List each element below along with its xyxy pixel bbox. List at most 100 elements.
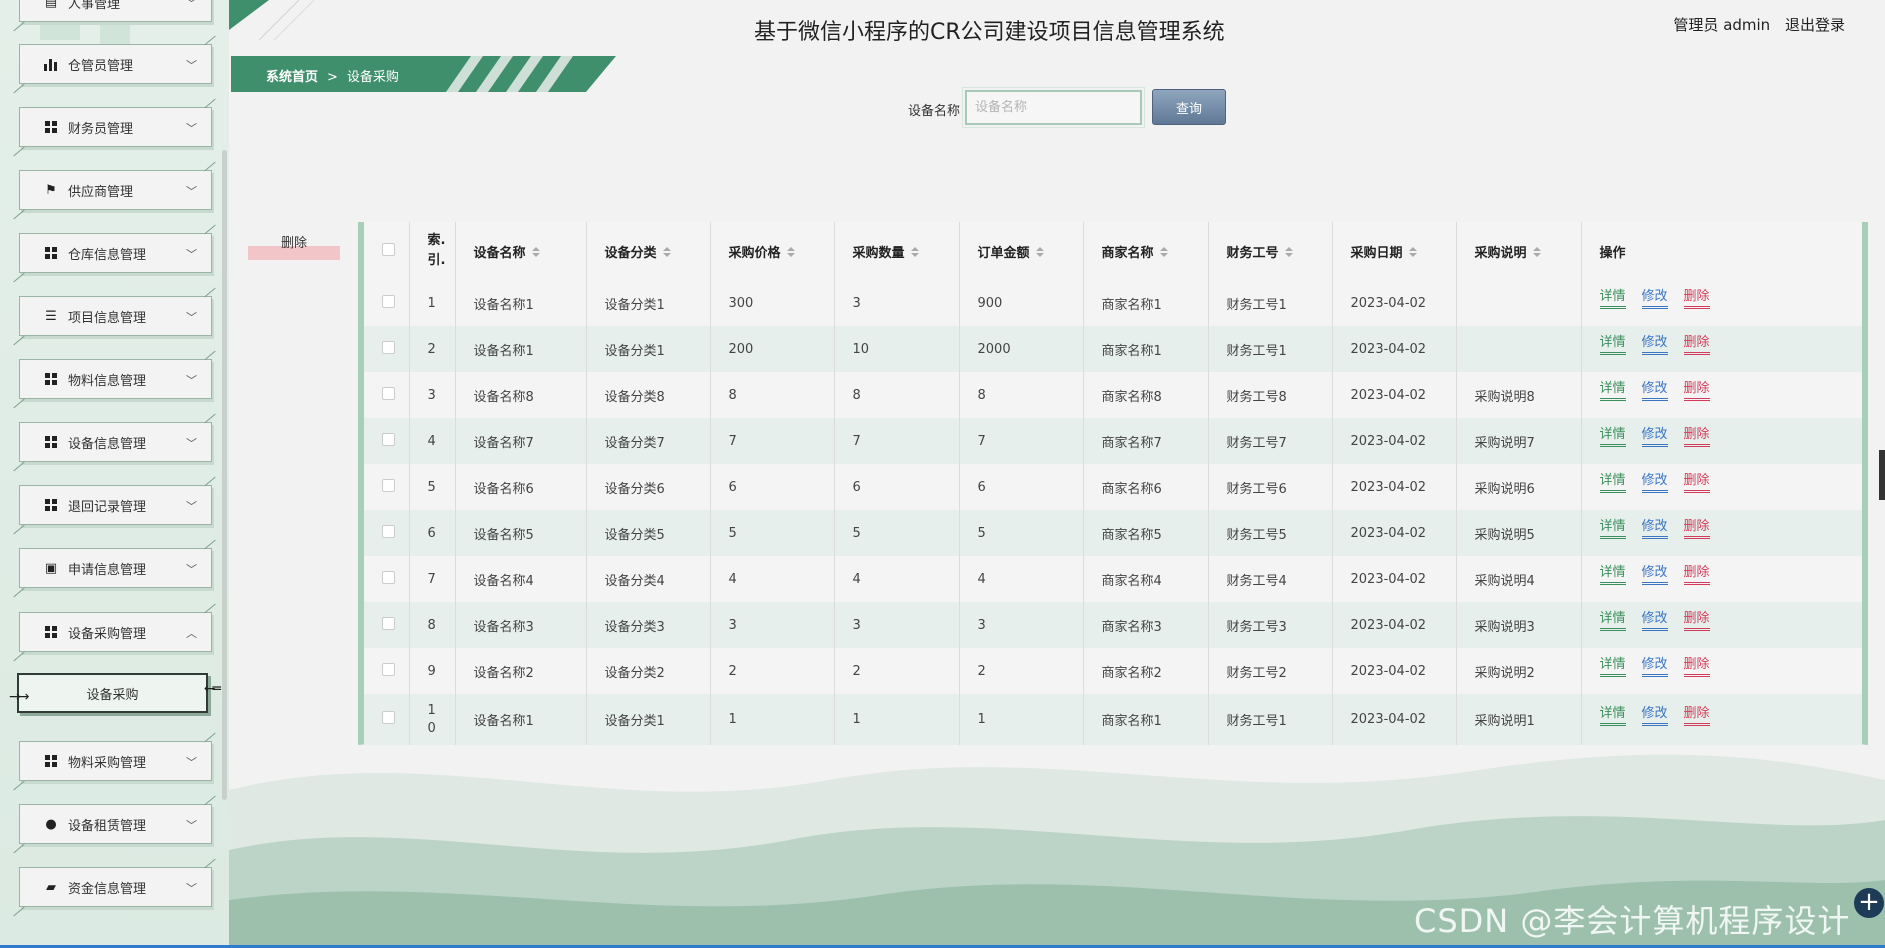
cell-cat: 设备分类6 (586, 464, 711, 510)
sort-icon[interactable] (1036, 247, 1044, 257)
cell-date: 2023-04-02 (1332, 418, 1457, 464)
sidebar-item[interactable]: 财务员管理 ﹀ (19, 107, 212, 147)
edit-link[interactable]: 修改 (1641, 653, 1668, 677)
column-header-category[interactable]: 设备分类 (586, 222, 711, 280)
row-checkbox[interactable] (382, 478, 395, 492)
row-checkbox[interactable] (382, 524, 395, 538)
edit-link[interactable]: 修改 (1641, 607, 1668, 631)
sort-icon[interactable] (532, 247, 540, 257)
detail-link[interactable]: 详情 (1599, 515, 1626, 539)
column-label: 商家名称 (1101, 245, 1154, 261)
select-all-checkbox[interactable] (382, 242, 395, 256)
row-checkbox[interactable] (382, 432, 395, 446)
row-checkbox[interactable] (382, 570, 395, 584)
sort-icon[interactable] (1409, 247, 1417, 257)
flag-icon: ⚑ (45, 182, 57, 198)
sidebar-item[interactable]: ● 设备租赁管理 ﹀ (19, 804, 212, 844)
sub-item-equipment-purchase[interactable]: →→ 设备采购 ←═ (9, 673, 221, 713)
edit-link[interactable]: 修改 (1641, 515, 1668, 539)
index-header-line2: 引. (427, 253, 446, 268)
column-header-date[interactable]: 采购日期 (1332, 222, 1457, 280)
row-checkbox[interactable] (382, 662, 395, 676)
cell-amount: 2 (959, 648, 1084, 694)
sidebar-item[interactable]: 退回记录管理 ﹀ (19, 485, 212, 525)
row-checkbox[interactable] (382, 386, 395, 400)
index-header-line1: 索. (427, 233, 446, 248)
sidebar-scrollbar[interactable] (222, 150, 227, 800)
edit-link[interactable]: 修改 (1641, 331, 1668, 355)
sort-icon[interactable] (911, 247, 919, 257)
delete-link[interactable]: 删除 (1683, 331, 1710, 355)
select-cell (364, 602, 410, 648)
sidebar-item[interactable]: ▣ 申请信息管理 ﹀ (19, 548, 212, 588)
select-cell (364, 418, 410, 464)
sidebar-item[interactable]: 仓管员管理 ﹀ (19, 44, 212, 84)
plus-icon[interactable]: + (1854, 888, 1884, 918)
cell-qty: 10 (834, 326, 960, 372)
cell-name: 设备名称1 (455, 280, 587, 326)
sidebar-item[interactable]: 物料采购管理 ﹀ (19, 741, 212, 781)
detail-link[interactable]: 详情 (1599, 469, 1626, 493)
chevron-up-icon: ︿ (186, 627, 197, 640)
edit-link[interactable]: 修改 (1641, 377, 1668, 401)
column-header-amount[interactable]: 订单金额 (959, 222, 1084, 280)
table-row: 6 设备名称5 设备分类5 5 5 5 商家名称5 财务工号5 2023-04-02 采购说明5 详… (364, 510, 1862, 556)
sort-icon[interactable] (787, 247, 795, 257)
edit-link[interactable]: 修改 (1641, 423, 1668, 447)
sidebar-item[interactable]: ☰ 项目信息管理 ﹀ (19, 296, 212, 336)
sidebar-item[interactable]: ▤ 人事管理 ﹀ (19, 0, 212, 22)
sidebar-item[interactable]: 设备信息管理 ﹀ (19, 422, 212, 462)
column-header-note[interactable]: 采购说明 (1456, 222, 1582, 280)
sidebar-item[interactable]: 物料信息管理 ﹀ (19, 359, 212, 399)
column-header-price[interactable]: 采购价格 (710, 222, 835, 280)
edit-link[interactable]: 修改 (1641, 469, 1668, 493)
delete-link[interactable]: 删除 (1683, 423, 1710, 447)
side-handle[interactable] (1879, 450, 1885, 500)
sort-icon[interactable] (663, 247, 671, 257)
detail-link[interactable]: 详情 (1599, 377, 1626, 401)
delete-link[interactable]: 删除 (1683, 469, 1710, 493)
delete-link[interactable]: 删除 (1683, 515, 1710, 539)
row-checkbox[interactable] (382, 616, 395, 630)
sidebar-item[interactable]: ⚑ 供应商管理 ﹀ (19, 170, 212, 210)
sidebar-item-label: 项目信息管理 (68, 310, 147, 326)
column-header-finance-id[interactable]: 财务工号 (1208, 222, 1333, 280)
sidebar-item[interactable]: ▰ 资金信息管理 ﹀ (19, 867, 212, 907)
table-row: 2 设备名称1 设备分类1 200 10 2000 商家名称1 财务工号1 2023-04-02… (364, 326, 1862, 372)
row-checkbox[interactable] (382, 340, 395, 354)
detail-link[interactable]: 详情 (1599, 653, 1626, 677)
breadcrumb: 系统首页 > 设备采购 (266, 66, 399, 85)
edit-link[interactable]: 修改 (1641, 285, 1668, 309)
column-header-name[interactable]: 设备名称 (455, 222, 587, 280)
row-checkbox[interactable] (382, 294, 395, 308)
sort-icon[interactable] (1160, 247, 1168, 257)
cell-name: 设备名称3 (455, 602, 587, 648)
sidebar-item[interactable]: 设备采购管理 ︿ (19, 612, 212, 652)
sort-icon[interactable] (1533, 247, 1541, 257)
breadcrumb-home[interactable]: 系统首页 (266, 70, 318, 85)
table-row: 3 设备名称8 设备分类8 8 8 8 商家名称8 财务工号8 2023-04-02 采购说明8 详… (364, 372, 1862, 418)
detail-link[interactable]: 详情 (1599, 607, 1626, 631)
cell-qty: 4 (834, 556, 960, 602)
search-input[interactable] (962, 87, 1145, 128)
search-button[interactable]: 查询 (1152, 89, 1226, 125)
detail-link[interactable]: 详情 (1599, 331, 1626, 355)
cell-index: 7 (409, 556, 456, 602)
delete-link[interactable]: 删除 (1683, 607, 1710, 631)
column-header-vendor[interactable]: 商家名称 (1083, 222, 1209, 280)
detail-link[interactable]: 详情 (1599, 423, 1626, 447)
delete-link[interactable]: 删除 (1683, 285, 1710, 309)
logout-link[interactable]: 退出登录 (1785, 16, 1845, 34)
detail-link[interactable]: 详情 (1599, 561, 1626, 585)
delete-link[interactable]: 删除 (1683, 561, 1710, 585)
batch-delete-button[interactable]: 删除 (248, 232, 340, 260)
select-cell (364, 326, 410, 372)
edit-link[interactable]: 修改 (1641, 561, 1668, 585)
sort-icon[interactable] (1285, 247, 1293, 257)
delete-link[interactable]: 删除 (1683, 653, 1710, 677)
delete-link[interactable]: 删除 (1683, 377, 1710, 401)
sidebar-item[interactable]: 仓库信息管理 ﹀ (19, 233, 212, 273)
detail-link[interactable]: 详情 (1599, 285, 1626, 309)
cell-date: 2023-04-02 (1332, 556, 1457, 602)
column-header-quantity[interactable]: 采购数量 (834, 222, 960, 280)
